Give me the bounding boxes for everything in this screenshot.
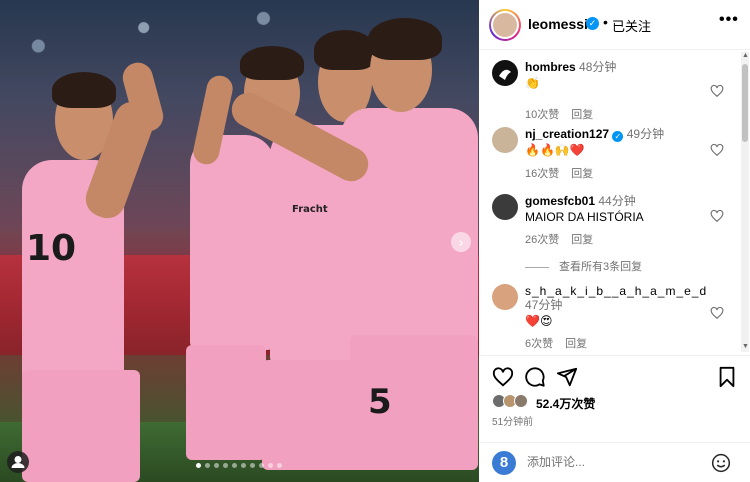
carousel-dots (196, 463, 282, 468)
commenter-avatar[interactable] (492, 284, 518, 310)
comment-text: MAIOR DA HISTÓRIA (525, 210, 644, 224)
comment-text: ❤️😍 (525, 314, 553, 328)
verified-icon: ✓ (612, 131, 624, 142)
comment-text: 👏 (525, 76, 540, 90)
comment-item: s_h_a_k_i_b__a_h_a_m_e_d 47分钟 ❤️😍 6次赞 回复 (479, 284, 739, 354)
scroll-down-icon[interactable]: ▼ (742, 343, 749, 350)
comment-likes[interactable]: 16次赞 (525, 168, 559, 180)
post-actions: 52.4万次赞 51分钟前 8 (479, 355, 750, 482)
comment-heart-icon[interactable] (710, 209, 724, 223)
comment-likes[interactable]: 26次赞 (525, 234, 559, 246)
post-header: leomessi ✓ • 已关注 ••• (479, 0, 750, 50)
jersey-number-left: 10 (26, 228, 77, 269)
header-separator: • (603, 14, 608, 30)
reply-button[interactable]: 回复 (571, 168, 593, 180)
comment-time: 48分钟 (579, 60, 617, 74)
scrollbar-thumb[interactable] (742, 64, 748, 142)
next-photo-icon[interactable]: › (451, 232, 471, 252)
comment-text: 🔥🔥🙌❤️ (525, 143, 585, 157)
commenter-username[interactable]: hombres (525, 60, 576, 74)
jersey-number-right: 5 (368, 382, 392, 422)
commenter-avatar[interactable] (492, 127, 518, 153)
comment-item: hombres 48分钟 👏 10次赞 回复 (479, 60, 739, 121)
comment-likes[interactable]: 6次赞 (525, 338, 553, 350)
follow-status-button[interactable]: 已关注 (612, 16, 651, 35)
more-icon[interactable]: ••• (719, 11, 739, 29)
comment-item: nj_creation127 ✓ 49分钟 🔥🔥🙌❤️ 16次赞 回复 (479, 127, 739, 187)
comment-time: 44分钟 (598, 194, 636, 208)
emoji-icon[interactable]: 8 (492, 451, 516, 475)
sponsor-fracht: Fracht (292, 204, 328, 215)
author-avatar[interactable] (489, 9, 521, 41)
comment-heart-icon[interactable] (710, 143, 724, 157)
scroll-up-icon[interactable]: ▲ (742, 52, 749, 59)
smiley-icon[interactable] (711, 453, 731, 473)
post-side-panel: leomessi ✓ • 已关注 ••• hombres 48分钟 👏 10次赞… (479, 0, 750, 482)
comment-likes[interactable]: 10次赞 (525, 109, 559, 121)
likes-count[interactable]: 52.4万次赞 (536, 395, 595, 412)
commenter-avatar[interactable] (492, 60, 518, 86)
post-time: 51分钟前 (492, 417, 534, 428)
comment-icon[interactable] (524, 366, 546, 388)
post-photo[interactable]: 10 Fracht 5 › (0, 0, 479, 482)
comments-list: hombres 48分钟 👏 10次赞 回复 nj_creation127 ✓ 4… (479, 50, 739, 355)
user-tag-icon[interactable] (7, 451, 29, 473)
reply-button[interactable]: 回复 (571, 109, 593, 121)
commenter-username[interactable]: gomesfcb01 (525, 194, 595, 208)
view-replies-link[interactable]: 查看所有3条回复 (525, 258, 642, 274)
commenter-username[interactable]: nj_creation127 (525, 127, 609, 141)
verified-icon: ✓ (586, 17, 599, 30)
reply-button[interactable]: 回复 (565, 338, 587, 350)
comment-time: 47分钟 (525, 298, 563, 312)
comment-time: 49分钟 (626, 127, 665, 141)
heart-icon[interactable] (492, 366, 514, 388)
add-comment-bar: 8 (479, 442, 750, 482)
comment-heart-icon[interactable] (710, 306, 724, 320)
commenter-avatar[interactable] (492, 194, 518, 220)
author-username[interactable]: leomessi (528, 16, 588, 32)
commenter-username[interactable]: s_h_a_k_i_b__a_h_a_m_e_d (525, 284, 707, 298)
comment-heart-icon[interactable] (710, 84, 724, 98)
bookmark-icon[interactable] (716, 366, 738, 388)
comment-input[interactable] (527, 455, 687, 469)
share-icon[interactable] (556, 366, 578, 388)
reply-button[interactable]: 回复 (571, 234, 593, 246)
